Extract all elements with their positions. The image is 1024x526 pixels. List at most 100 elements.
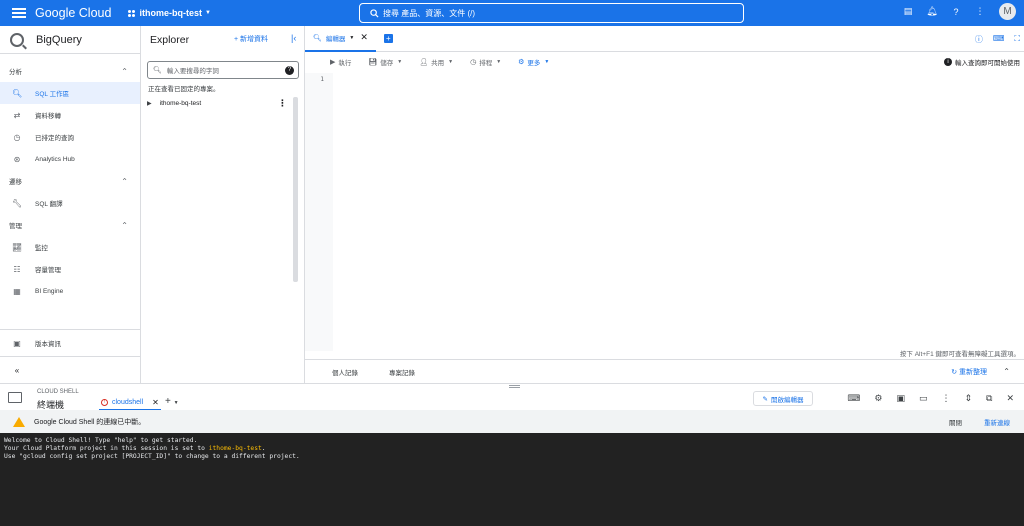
accessibility-hint: 按下 Alt+F1 鍵即可查看無障礙工具選項。	[899, 351, 1020, 358]
reconnect-button[interactable]: 重新連線	[984, 417, 1010, 427]
terminal-project: ithome-bq-test	[208, 445, 262, 452]
code-editor[interactable]: 1	[305, 73, 1024, 351]
warning-text: Google Cloud Shell 的連線已中斷。	[34, 418, 146, 426]
save-button[interactable]: 💾︎ 儲存 ▼	[368, 57, 402, 67]
product-title: BigQuery	[36, 33, 82, 46]
new-tab-button[interactable]: +	[383, 34, 393, 43]
collapse-sidebar-button[interactable]: «	[0, 356, 140, 383]
project-icon	[128, 9, 136, 17]
schedule-button[interactable]: ◷ 排程 ▼	[470, 57, 501, 67]
add-data-button[interactable]: + 新增資料	[234, 34, 268, 44]
sidebar-item-label: 已排定的查詢	[35, 135, 74, 142]
open-new-window-icon[interactable]: ⧉	[986, 393, 992, 404]
bigquery-logo-icon	[10, 32, 24, 47]
terminal-output[interactable]: Welcome to Cloud Shell! Type "help" to g…	[0, 433, 1024, 526]
section-analysis[interactable]: 分析 ⌃	[0, 60, 140, 82]
tab-project-history[interactable]: 專案記錄	[389, 367, 415, 377]
sidebar-item-sql-workspace[interactable]: 🔍︎ SQL 工作區	[0, 82, 140, 104]
terminal-text: Your Cloud Platform project in this sess…	[4, 445, 209, 452]
search-icon: 🔍︎	[153, 67, 162, 74]
keyboard-icon[interactable]: ⌨	[847, 393, 860, 404]
editor-panel: 🔍︎ 編輯器 ▼ ✕ + ⓘ ⌨ ⛶ ▶ 執行 💾︎ 儲存 ▼ 👤︎ 共用 ▼ ◷ 排程 ▼ …	[305, 26, 1024, 383]
run-button[interactable]: ▶ 執行	[330, 57, 351, 67]
sidebar-item-release-notes[interactable]: ▣ 版本資訊	[0, 329, 140, 356]
tab-cloudshell[interactable]: ! cloudshell ✕	[99, 396, 161, 411]
explorer-search-input[interactable]: 🔍︎ 輸入要搜尋的字詞 ?	[147, 61, 299, 79]
expand-icon[interactable]: ⇕	[964, 393, 972, 404]
close-button[interactable]: 關閉	[949, 417, 962, 427]
sidebar: BigQuery 分析 ⌃ 🔍︎ SQL 工作區 ⇄ 資料移轉 ◷ 已排定的查詢…	[0, 26, 141, 383]
info-icon[interactable]: ⓘ	[975, 34, 983, 45]
gift-icon[interactable]: ▤	[903, 6, 913, 17]
sidebar-item-label: BI Engine	[35, 287, 64, 295]
refresh-icon: ↻	[951, 368, 959, 376]
brand-logo[interactable]: Google Cloud	[35, 6, 111, 20]
sidebar-item-data-transfer[interactable]: ⇄ 資料移轉	[0, 104, 140, 126]
tab-editor[interactable]: 🔍︎ 編輯器 ▼ ✕	[305, 26, 376, 52]
pinned-projects-note: 正在查看已固定的專案。	[148, 86, 220, 93]
sidebar-item-sql-translation[interactable]: 🔧︎ SQL 翻譯	[0, 192, 140, 214]
search-input[interactable]: 搜尋 產品、資源、文件 (/)	[359, 3, 744, 23]
project-picker[interactable]: ithome-bq-test ▼	[128, 8, 211, 18]
collapse-explorer-icon[interactable]: |‹	[291, 33, 296, 43]
sidebar-item-monitoring[interactable]: 📈︎ 監控	[0, 236, 140, 258]
menu-icon[interactable]	[12, 6, 26, 20]
section-label: 遷移	[9, 179, 22, 186]
gear-icon: ⚙	[518, 59, 525, 66]
more-vert-icon[interactable]: ⋮	[975, 6, 985, 17]
avatar[interactable]: M	[999, 3, 1016, 20]
chevron-up-icon[interactable]: ⌃	[1003, 367, 1010, 376]
save-label: 儲存	[380, 60, 394, 67]
sidebar-item-analytics-hub[interactable]: ⊛ Analytics Hub	[0, 148, 140, 170]
tab-label: 編輯器	[325, 35, 346, 43]
keyboard-icon[interactable]: ⌨	[993, 34, 1005, 45]
project-tree-row[interactable]: ▶ ithome-bq-test ⋮	[147, 98, 287, 109]
tab-label: cloudshell	[112, 399, 144, 406]
query-hint: i 輸入查詢即可開始使用	[944, 57, 1020, 67]
help-icon[interactable]: ?	[951, 7, 961, 17]
section-admin[interactable]: 管理 ⌃	[0, 214, 140, 236]
more-button[interactable]: ⚙ 更多 ▼	[518, 57, 549, 67]
share-label: 共用	[431, 60, 445, 67]
minimize-icon[interactable]: ▭	[919, 393, 928, 404]
search-placeholder: 輸入要搜尋的字詞	[166, 68, 219, 75]
more-vert-icon[interactable]: ⋮	[941, 393, 950, 404]
section-migration[interactable]: 遷移 ⌃	[0, 170, 140, 192]
close-icon[interactable]: ✕	[152, 398, 159, 407]
more-label: 更多	[527, 60, 541, 67]
search-icon	[370, 8, 379, 18]
share-button[interactable]: 👤︎ 共用 ▼	[419, 57, 453, 67]
notifications-icon[interactable]: 🔔︎	[926, 6, 937, 17]
more-vert-icon[interactable]: ⋮	[278, 98, 287, 109]
search-placeholder: 搜尋 產品、資源、文件 (/)	[383, 8, 475, 18]
sidebar-item-label: Analytics Hub	[35, 155, 75, 163]
chevron-down-icon: ▼	[448, 59, 454, 65]
fullscreen-icon[interactable]: ⛶	[1014, 34, 1020, 45]
add-tab-button[interactable]: + ▼	[165, 396, 179, 407]
chevron-down-icon: ▼	[397, 59, 403, 65]
close-icon[interactable]: ✕	[360, 32, 368, 43]
chevron-down-icon[interactable]: ▼	[349, 35, 354, 41]
notes-icon: ▣	[13, 338, 21, 348]
sidebar-item-scheduled-queries[interactable]: ◷ 已排定的查詢	[0, 126, 140, 148]
help-icon[interactable]: ?	[285, 65, 294, 75]
sidebar-item-capacity[interactable]: ☷ 容量管理	[0, 258, 140, 280]
tab-personal-history[interactable]: 個人記錄	[332, 367, 358, 377]
error-icon: !	[101, 399, 108, 406]
close-icon[interactable]: ✕	[1006, 393, 1014, 404]
chevron-up-icon: ⌃	[121, 66, 128, 76]
scrollbar[interactable]	[293, 97, 298, 282]
monitoring-icon: 📈︎	[12, 242, 23, 252]
pencil-icon: ✎	[762, 395, 768, 403]
terminal-line: Use "gcloud config set project [PROJECT_…	[4, 453, 300, 460]
play-icon: ▶	[330, 59, 336, 66]
web-preview-icon[interactable]: ▣	[896, 393, 905, 404]
refresh-label: 重新整理	[959, 368, 987, 376]
open-editor-button[interactable]: ✎ 開啟編輯器	[753, 391, 813, 406]
refresh-button[interactable]: ↻ 重新整理	[951, 367, 987, 377]
expand-arrow-icon[interactable]: ▶	[147, 100, 152, 107]
project-node-label: ithome-bq-test	[159, 100, 202, 107]
sidebar-item-bi-engine[interactable]: ▦ BI Engine	[0, 280, 140, 302]
gear-icon[interactable]: ⚙	[874, 393, 882, 404]
collapse-icon: «	[14, 365, 20, 375]
